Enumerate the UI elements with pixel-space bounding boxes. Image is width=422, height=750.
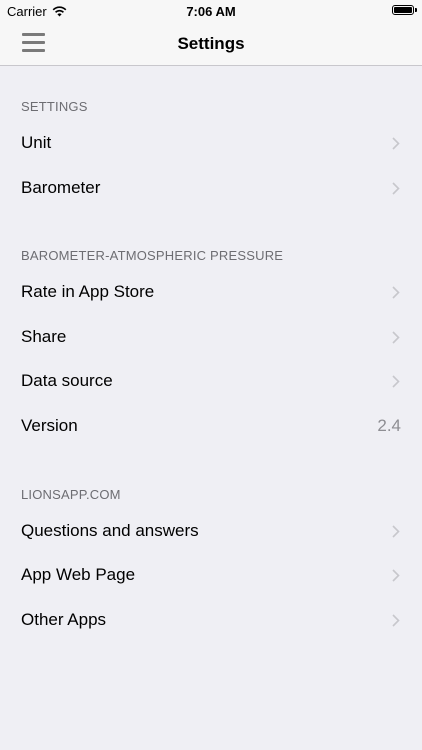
row-label: Barometer [21,177,101,197]
row-share[interactable]: Share [0,315,422,360]
row-label: Unit [21,133,52,152]
section-header-settings: SETTINGS [21,99,88,114]
row-label: Share [21,326,67,346]
chevron-right-icon [392,137,400,150]
row-rate-app-store[interactable]: Rate in App Store [0,270,422,315]
version-value: 2.4 [377,415,401,435]
row-label: Other Apps [21,609,107,629]
chevron-right-icon [392,182,400,195]
row-other-apps[interactable]: Other Apps [0,598,422,643]
row-label: Data source [21,371,113,391]
row-label: Questions and answers [21,520,199,540]
chevron-right-icon [392,569,400,582]
section-header-barometer: BAROMETER-ATMOSPHERIC PRESSURE [21,248,284,264]
row-label: Version [21,415,78,435]
settings-list: SETTINGS Unit Barometer BAROMETER-ATMOSP… [0,66,422,642]
section-header-lionsapp: LIONSAPP.COM [21,486,121,502]
row-questions-answers[interactable]: Questions and answers [0,509,422,554]
chevron-right-icon [392,375,400,388]
battery-level [394,7,412,13]
status-time: 7:06 AM [186,4,236,19]
row-label: Rate in App Store [21,282,155,302]
row-barometer[interactable]: Barometer [0,166,422,211]
status-bar: Carrier 7:06 AM [0,0,422,22]
row-unit[interactable]: Unit [0,121,422,166]
navigation-bar: Settings [0,22,422,66]
row-app-web-page[interactable]: App Web Page [0,553,422,598]
row-label: App Web Page [21,565,136,585]
chevron-right-icon [392,286,400,299]
chevron-right-icon [392,524,400,538]
battery-icon [392,5,417,15]
row-version: Version 2.4 [0,404,422,449]
chevron-right-icon [392,614,400,627]
chevron-right-icon [392,331,400,344]
page-title: Settings [177,34,245,53]
row-data-source[interactable]: Data source [0,359,422,404]
